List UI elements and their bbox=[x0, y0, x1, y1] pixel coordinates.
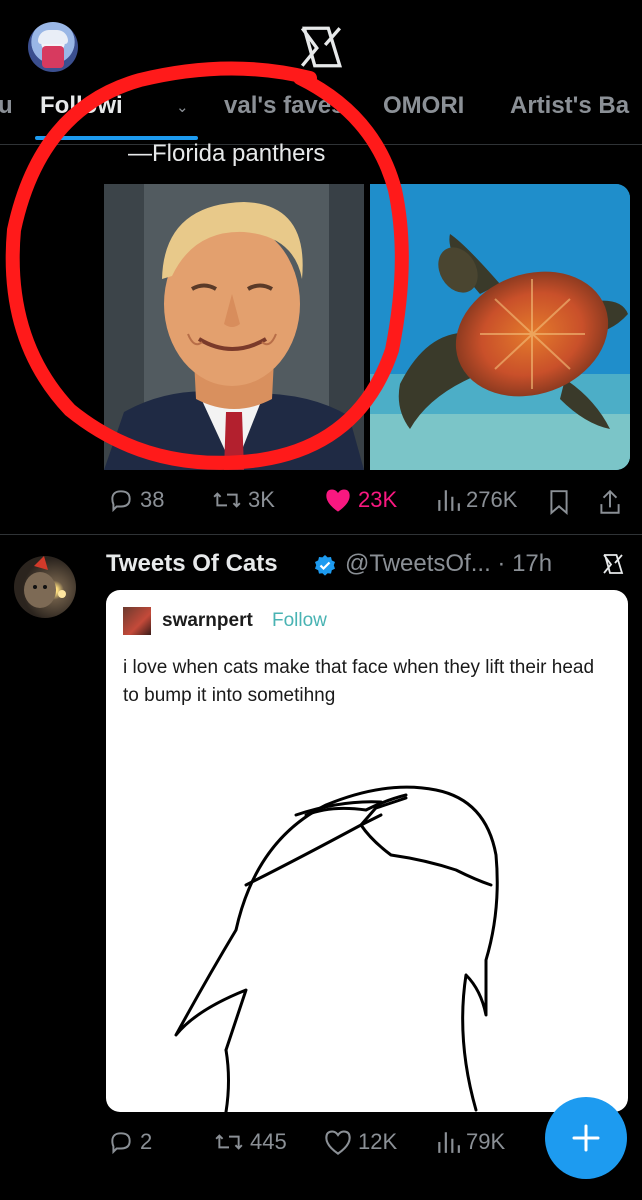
repost-count: 445 bbox=[250, 1129, 287, 1155]
repost-button[interactable]: 3K bbox=[212, 486, 275, 513]
tumblr-follow-link: Follow bbox=[272, 610, 327, 631]
author-avatar[interactable] bbox=[14, 556, 76, 618]
reply-button[interactable]: 38 bbox=[108, 486, 164, 513]
like-button[interactable]: 23K bbox=[324, 486, 397, 513]
repost-icon bbox=[213, 492, 241, 508]
compose-post-button[interactable] bbox=[545, 1097, 627, 1179]
like-count: 23K bbox=[358, 487, 398, 513]
x-logo-icon bbox=[603, 554, 624, 574]
post-divider bbox=[0, 534, 642, 535]
reply-button[interactable]: 2 bbox=[108, 1128, 152, 1155]
tab-artists-ba[interactable]: Artist's Ba bbox=[510, 92, 629, 120]
like-button[interactable]: 12K bbox=[324, 1128, 398, 1156]
red-annotation-circle bbox=[5, 61, 409, 470]
tumblr-user-avatar bbox=[123, 607, 151, 635]
author-handle-time: @TweetsOf... · 17h bbox=[345, 550, 553, 577]
share-icon[interactable] bbox=[598, 488, 622, 516]
views-icon bbox=[438, 490, 460, 512]
repost-icon bbox=[215, 1134, 243, 1150]
bookmark-icon[interactable] bbox=[548, 489, 570, 515]
views-icon bbox=[438, 1132, 460, 1154]
views-count: 276K bbox=[466, 487, 518, 513]
repost-button[interactable]: 445 bbox=[214, 1128, 287, 1155]
reply-icon bbox=[111, 490, 131, 513]
compose-plus-icon bbox=[572, 1124, 600, 1152]
author-name[interactable]: Tweets Of Cats bbox=[106, 550, 278, 578]
views-button[interactable]: 276K bbox=[436, 486, 517, 513]
cat-face-doodle bbox=[174, 785, 499, 1112]
heart-icon bbox=[326, 489, 350, 512]
reply-icon bbox=[111, 1132, 131, 1155]
views-count: 79K bbox=[466, 1129, 506, 1155]
repost-count: 3K bbox=[248, 487, 275, 513]
tumblr-username: swarnpert bbox=[162, 610, 253, 631]
reply-count: 2 bbox=[140, 1129, 153, 1155]
views-button[interactable]: 79K bbox=[436, 1128, 505, 1155]
verified-icon bbox=[315, 555, 335, 576]
heart-icon bbox=[325, 1130, 351, 1156]
like-count: 12K bbox=[358, 1129, 398, 1155]
embedded-tumblr-screenshot[interactable]: swarnpert Follow i love when cats make t… bbox=[106, 590, 628, 1112]
reply-count: 38 bbox=[140, 487, 165, 513]
tumblr-post-text: i love when cats make that face when the… bbox=[123, 657, 595, 706]
